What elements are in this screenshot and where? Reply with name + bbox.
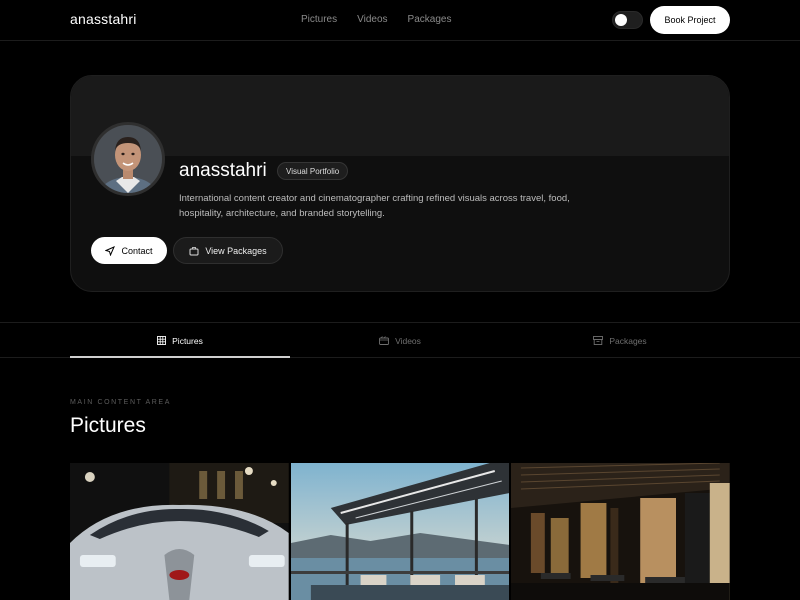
profile-card: anasstahri Visual Portfolio Internationa…	[70, 75, 730, 292]
section-eyebrow: MAIN CONTENT AREA	[70, 399, 171, 406]
section-title: Pictures	[70, 414, 146, 437]
profile-banner	[71, 76, 729, 156]
profile-bio: International content creator and cinema…	[179, 193, 570, 219]
top-navigation-bar: anasstahri Pictures Videos Packages Book…	[0, 0, 800, 41]
content-tabs: Pictures Videos Packages	[0, 322, 800, 358]
gallery-photo-sports-car[interactable]	[70, 463, 289, 600]
book-project-button[interactable]: Book Project	[650, 6, 730, 34]
tab-videos[interactable]: Videos	[290, 323, 510, 358]
send-icon	[105, 245, 116, 256]
picture-gallery	[70, 463, 731, 600]
avatar	[91, 122, 165, 196]
gallery-photo-waterfront-terrace[interactable]	[290, 463, 510, 600]
briefcase-icon	[189, 246, 199, 256]
nav-link-videos[interactable]: Videos	[357, 14, 387, 25]
package-icon	[593, 336, 604, 345]
brand-logo-text[interactable]: anasstahri	[70, 11, 137, 27]
view-packages-label: View Packages	[205, 245, 267, 256]
nav-link-packages[interactable]: Packages	[408, 14, 452, 25]
tab-packages-label: Packages	[609, 335, 647, 346]
profile-badge: Visual Portfolio	[277, 162, 349, 180]
view-packages-button[interactable]: View Packages	[173, 237, 283, 264]
active-tab-indicator	[70, 356, 290, 358]
tab-pictures[interactable]: Pictures	[70, 323, 290, 358]
grid-icon	[157, 336, 167, 345]
camera-icon	[379, 336, 390, 345]
gallery-photo-restaurant-interior[interactable]	[511, 463, 731, 600]
main-nav: Pictures Videos Packages	[301, 14, 451, 25]
theme-toggle-knob	[615, 14, 627, 26]
tab-pictures-label: Pictures	[172, 335, 203, 346]
tab-packages[interactable]: Packages	[510, 323, 730, 358]
theme-toggle[interactable]	[612, 11, 643, 29]
profile-name: anasstahri	[179, 160, 267, 181]
contact-button[interactable]: Contact	[91, 237, 167, 264]
nav-link-pictures[interactable]: Pictures	[301, 14, 337, 25]
contact-button-label: Contact	[121, 245, 153, 256]
tab-videos-label: Videos	[395, 335, 421, 346]
